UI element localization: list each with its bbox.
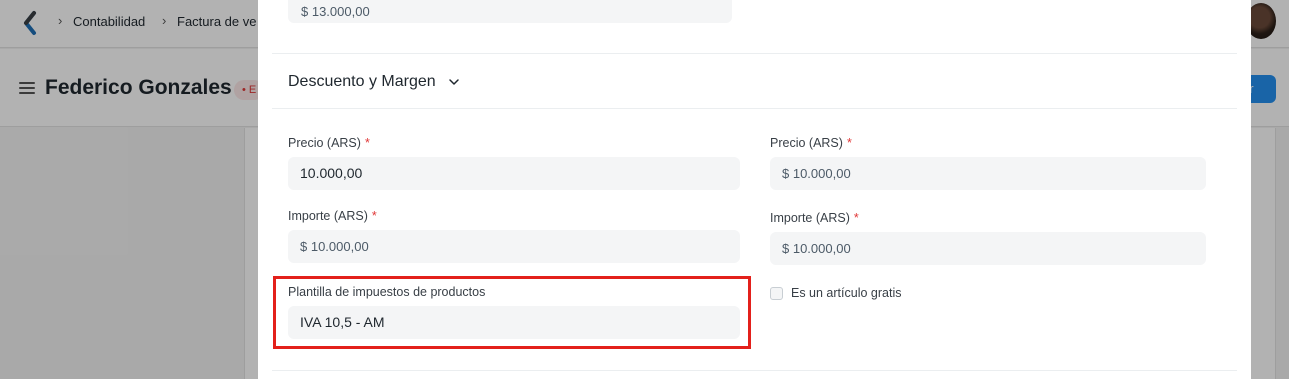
- required-marker: *: [853, 211, 859, 225]
- divider: [272, 370, 1237, 371]
- section-title: Descuento y Margen: [288, 73, 436, 90]
- required-marker: *: [364, 136, 370, 150]
- divider: [272, 53, 1237, 54]
- section-toggle[interactable]: Descuento y Margen: [288, 73, 460, 91]
- free-item-checkbox[interactable]: [770, 287, 783, 300]
- importe-label: Importe (ARS) *: [770, 211, 859, 225]
- importe-label: Importe (ARS) *: [288, 209, 377, 223]
- required-marker: *: [846, 136, 852, 150]
- amount-field[interactable]: $ 13.000,00: [288, 0, 732, 23]
- highlight-box: [273, 276, 751, 349]
- importe-field[interactable]: $ 10.000,00: [288, 230, 740, 263]
- chevron-down-icon: [448, 79, 459, 85]
- precio-field[interactable]: $ 10.000,00: [770, 157, 1206, 190]
- precio-label: Precio (ARS) *: [288, 136, 370, 150]
- importe-field[interactable]: $ 10.000,00: [770, 232, 1206, 265]
- required-marker: *: [371, 209, 377, 223]
- free-item-label[interactable]: Es un artículo gratis: [791, 286, 901, 300]
- divider: [272, 108, 1237, 109]
- precio-input[interactable]: 10.000,00: [288, 157, 740, 190]
- precio-label: Precio (ARS) *: [770, 136, 852, 150]
